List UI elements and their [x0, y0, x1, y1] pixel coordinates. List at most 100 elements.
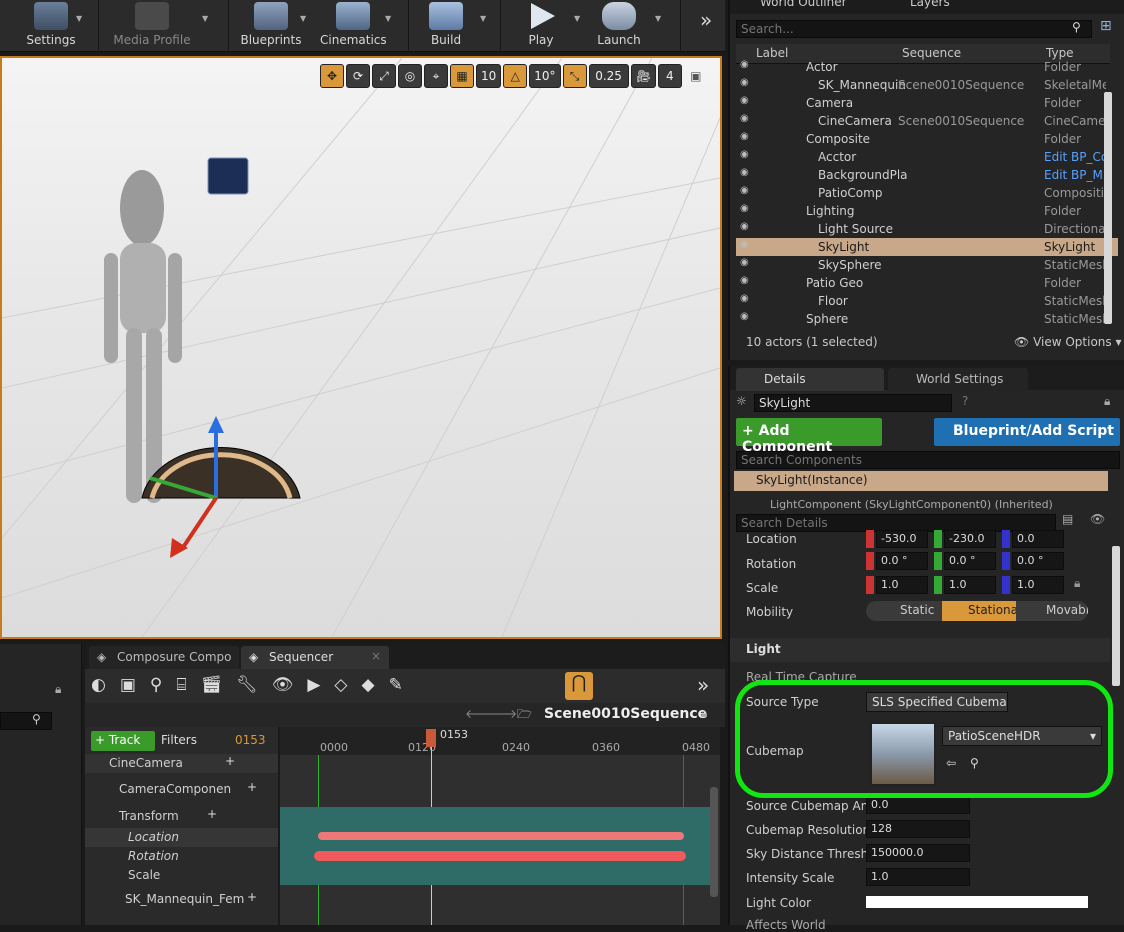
- chevron-down-icon[interactable]: ▼: [300, 14, 306, 23]
- track-location[interactable]: Location: [85, 828, 278, 847]
- cinematics-button[interactable]: Cinematics: [320, 0, 387, 50]
- outliner-row[interactable]: ◉ Acctor Edit BP_Co: [736, 148, 1118, 166]
- chevron-down-icon[interactable]: ▼: [385, 14, 391, 23]
- world-local-button[interactable]: ◎: [398, 64, 422, 88]
- scale-snap-toggle[interactable]: ⤡: [562, 64, 587, 88]
- translate-tool-button[interactable]: ✥: [320, 64, 344, 88]
- add-component-button[interactable]: + Add Component: [736, 418, 882, 455]
- filters-button[interactable]: Filters: [161, 733, 197, 747]
- close-icon[interactable]: ×: [371, 649, 381, 663]
- outliner-row[interactable]: ◉ Floor StaticMesh: [736, 292, 1118, 310]
- eye-icon[interactable]: ◉: [740, 131, 752, 142]
- outliner-row[interactable]: ◉ SK_Mannequin Scene0010Sequence SkeletalMe: [736, 76, 1118, 94]
- tab-details[interactable]: Details: [736, 368, 884, 391]
- light-color-swatch[interactable]: [866, 896, 1088, 908]
- eye-icon[interactable]: ◉: [740, 185, 752, 196]
- left-search-input[interactable]: [0, 712, 52, 730]
- help-icon[interactable]: ?: [962, 394, 968, 408]
- outliner-row[interactable]: ◉ SkySphere StaticMesh: [736, 256, 1118, 274]
- build-button[interactable]: Build: [420, 0, 472, 50]
- maximize-viewport-icon[interactable]: ▣: [684, 64, 708, 88]
- eye-icon[interactable]: ◉: [740, 311, 752, 322]
- camera-speed-value[interactable]: 4: [657, 64, 682, 88]
- outliner-row[interactable]: ◉ Light Source Directional: [736, 220, 1118, 238]
- eye-icon[interactable]: ◉: [740, 293, 752, 304]
- lock-icon[interactable]: 🔒︎: [55, 682, 61, 697]
- lock-icon[interactable]: 🔒︎: [1104, 394, 1110, 409]
- view-options-button[interactable]: 👁︎ View Options ▾: [1014, 335, 1122, 349]
- actor-name-field[interactable]: [754, 394, 952, 412]
- auto-key-icon[interactable]: ◆: [362, 675, 375, 695]
- outliner-row[interactable]: ◉ SkyLight SkyLight: [736, 238, 1118, 256]
- camera-speed-icon[interactable]: 🎥︎: [630, 64, 656, 88]
- outliner-scrollbar[interactable]: [1104, 92, 1112, 324]
- search-components-input[interactable]: [736, 451, 1120, 469]
- outliner-row[interactable]: ◉ Patio Geo Folder: [736, 274, 1118, 292]
- lock-icon[interactable]: 🔒︎: [701, 706, 707, 721]
- tab-composure[interactable]: ◈ Composure Compo: [89, 646, 239, 669]
- tab-sequencer[interactable]: ◈ Sequencer ×: [241, 646, 389, 669]
- grid-snap-value[interactable]: 10: [476, 64, 502, 88]
- rotate-tool-button[interactable]: ⟳: [346, 64, 370, 88]
- light-section-header[interactable]: Light: [730, 638, 1110, 662]
- transform-section[interactable]: [280, 807, 710, 885]
- property-matrix-icon[interactable]: ▤: [1062, 512, 1073, 526]
- property-value[interactable]: 150000.0: [866, 844, 970, 862]
- add-icon[interactable]: +: [247, 890, 257, 904]
- track-camera-component[interactable]: CameraComponen +: [85, 780, 278, 799]
- tab-world-settings[interactable]: World Settings: [888, 368, 1028, 391]
- property-value[interactable]: 1.0: [866, 868, 970, 886]
- snap-magnet-button[interactable]: ⋂: [565, 672, 593, 700]
- mobility-stationary[interactable]: Stationa: [942, 601, 1016, 621]
- grid-snap-toggle[interactable]: ▦: [450, 64, 474, 88]
- sequencer-timeline[interactable]: 0000 0120 0240 0360 0480 0153: [280, 727, 720, 925]
- eye-icon[interactable]: ◉: [740, 149, 752, 160]
- playhead-marker[interactable]: [426, 729, 436, 747]
- scale-snap-value[interactable]: 0.25: [588, 64, 629, 88]
- lock-icon[interactable]: 🔒︎: [1074, 576, 1080, 591]
- chevron-down-icon[interactable]: ▼: [574, 14, 580, 23]
- add-icon[interactable]: +: [247, 780, 257, 794]
- launch-button[interactable]: Launch: [594, 0, 644, 50]
- outliner-row[interactable]: ◉ Camera Folder: [736, 94, 1118, 112]
- play-button[interactable]: Play: [515, 0, 567, 50]
- outliner-row[interactable]: ◉ Sphere StaticMesh: [736, 310, 1118, 328]
- render-movie-icon[interactable]: 🎬︎: [201, 675, 223, 695]
- edit-icon[interactable]: ✎: [389, 675, 403, 695]
- frame-search-field[interactable]: 0153: [235, 733, 266, 747]
- property-value[interactable]: 0.0: [866, 796, 970, 814]
- eye-icon[interactable]: ◉: [740, 221, 752, 232]
- wrench-icon[interactable]: 🔧︎: [236, 675, 258, 695]
- chevron-down-icon[interactable]: ▼: [76, 14, 82, 23]
- mobility-static[interactable]: Static: [866, 601, 942, 621]
- add-folder-icon[interactable]: ⊞: [1100, 18, 1112, 34]
- eye-icon[interactable]: 👁︎: [1090, 512, 1105, 526]
- eye-icon[interactable]: ◉: [740, 77, 752, 88]
- chevron-down-icon[interactable]: ▼: [480, 14, 486, 23]
- settings-button[interactable]: Settings: [20, 0, 82, 50]
- mobility-movable[interactable]: Movabl: [1016, 601, 1088, 621]
- blueprint-script-button[interactable]: Blueprint/Add Script: [934, 418, 1120, 446]
- outliner-row[interactable]: ◉ Composite Folder: [736, 130, 1118, 148]
- key-icon[interactable]: ◇: [334, 675, 347, 695]
- outliner-search-input[interactable]: [736, 20, 1092, 38]
- sequence-name[interactable]: Scene0010Sequence: [544, 706, 707, 722]
- forward-arrow-icon[interactable]: 🡒: [485, 706, 517, 721]
- chevron-down-icon[interactable]: ▼: [202, 14, 208, 23]
- property-value[interactable]: 128: [866, 820, 970, 838]
- overflow-icon[interactable]: »: [697, 673, 709, 697]
- details-scrollbar[interactable]: [1112, 546, 1120, 686]
- outliner-row[interactable]: ◉ Lighting Folder: [736, 202, 1118, 220]
- light-component-row[interactable]: LightComponent (SkyLightComponent0) (Inh…: [770, 498, 1053, 511]
- level-viewport[interactable]: ✥ ⟳ ⤢ ◎ ⌖ ▦ 10 △ 10° ⤡ 0.25 🎥︎ 4 ▣: [0, 56, 722, 639]
- world-icon[interactable]: ◐: [91, 675, 106, 695]
- surface-snap-button[interactable]: ⌖: [424, 64, 448, 88]
- add-icon[interactable]: +: [225, 754, 235, 768]
- add-icon[interactable]: +: [207, 807, 217, 821]
- track-rotation[interactable]: Rotation: [85, 847, 278, 866]
- chevron-down-icon[interactable]: ▼: [655, 14, 661, 23]
- component-instance-row[interactable]: SkyLight(Instance): [734, 471, 1108, 491]
- eye-icon[interactable]: ◉: [740, 113, 752, 124]
- track-scale[interactable]: Scale: [85, 866, 278, 885]
- timeline-scrollbar[interactable]: [710, 787, 718, 897]
